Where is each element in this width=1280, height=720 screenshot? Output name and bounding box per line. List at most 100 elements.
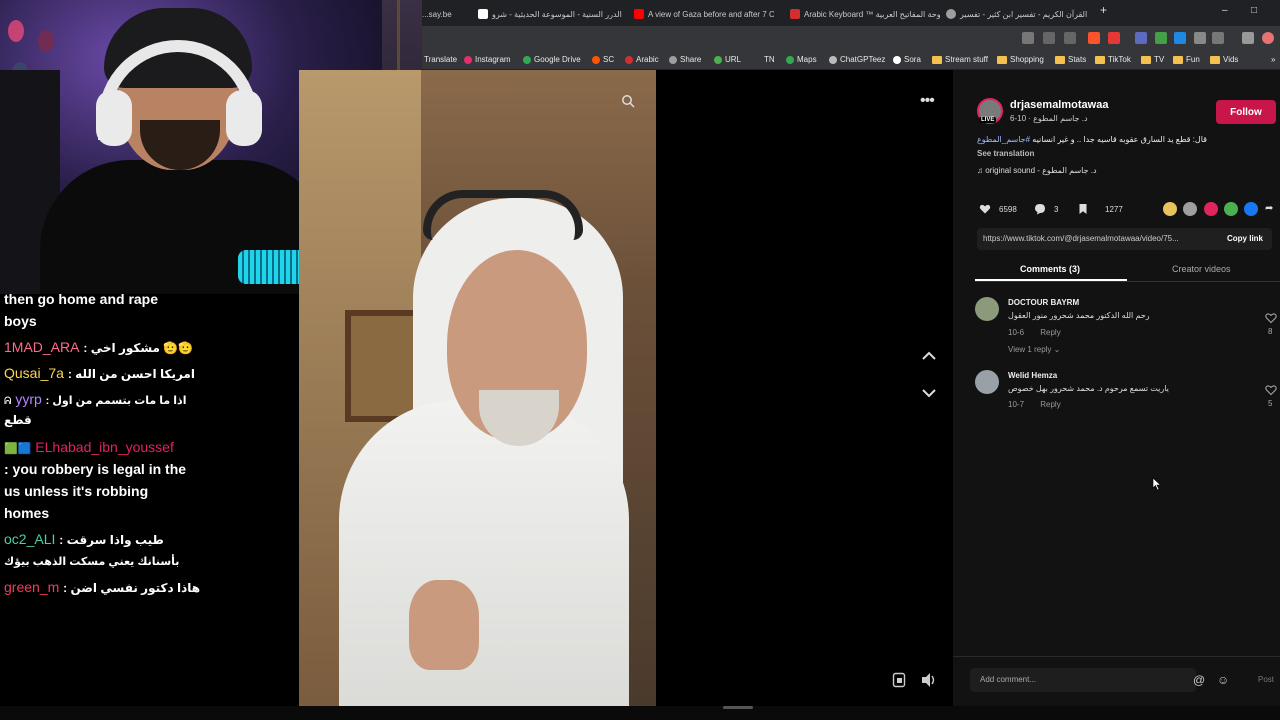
url-icon	[714, 55, 722, 64]
creator-username[interactable]: drjasemalmotawaa	[1010, 99, 1108, 111]
wall-decor	[38, 30, 54, 52]
soundcloud-icon	[592, 55, 600, 64]
bookmark-folder-stats[interactable]: Stats	[1055, 55, 1086, 64]
bookmark-folder-shopping[interactable]: Shopping	[997, 55, 1044, 64]
chat-message: boys	[4, 313, 37, 329]
brave-shield-icon[interactable]	[1088, 32, 1100, 44]
commenter-avatar[interactable]	[975, 297, 999, 321]
profile-icon[interactable]	[1262, 32, 1274, 44]
friends-share-icon[interactable]	[1183, 202, 1197, 216]
search-icon[interactable]	[621, 94, 635, 108]
comment-like-count: 8	[1268, 327, 1273, 336]
folder-icon	[1055, 55, 1065, 64]
extension-icon[interactable]	[1043, 32, 1055, 44]
tab-comments[interactable]: Comments (3)	[1020, 264, 1080, 274]
comment-icon	[1035, 204, 1045, 215]
browser-tab[interactable]: A view of Gaza before and after 7 Oc	[634, 4, 774, 24]
bookmark-folder-tv[interactable]: TV	[1141, 55, 1164, 64]
chevron-down-icon[interactable]	[920, 384, 938, 402]
original-sound-link[interactable]: ♫ original sound - د. جاسم المطوع	[977, 166, 1097, 175]
comment-date: 10-6	[1008, 328, 1025, 337]
copy-link-button[interactable]: Copy link	[1227, 234, 1263, 243]
minimize-button[interactable]: –	[1222, 5, 1228, 16]
bookmark-share[interactable]: Share	[669, 55, 701, 64]
tab-title: الدرر السنية - الموسوعة الحديثية - شرو	[492, 9, 622, 19]
extension-icon[interactable]	[1022, 32, 1034, 44]
caption-hashtag[interactable]: #جاسم_المطوع	[977, 135, 1030, 144]
commenter-name[interactable]: Welid Hemza	[1008, 371, 1057, 380]
live-badge: LIVE	[979, 117, 997, 123]
whatsapp-share-icon[interactable]	[1224, 202, 1238, 216]
bookmark-chatgpteez[interactable]: ChatGPTeez	[829, 55, 885, 64]
like-button[interactable]: 6598	[979, 203, 1017, 215]
bookmark-translate[interactable]: Translate	[424, 55, 457, 64]
heart-outline-icon[interactable]	[1265, 384, 1277, 396]
chat-text: : طيب واذا سرقت	[59, 533, 164, 547]
caption-text: قال: قطع يد السارق عقوبه قاسيه جدا .. و …	[1032, 135, 1207, 144]
more-bookmarks-button[interactable]: »	[1271, 55, 1275, 64]
tiktok-video[interactable]	[299, 70, 656, 706]
bookmark-sc[interactable]: SC	[592, 55, 614, 64]
bookmark-arabic[interactable]: Arabic	[625, 55, 659, 64]
extension-icon[interactable]	[1212, 32, 1224, 44]
video-link-url: https://www.tiktok.com/@drjasemalmotawaa…	[983, 234, 1179, 243]
tab-creator-videos[interactable]: Creator videos	[1172, 264, 1231, 274]
mention-icon[interactable]: @	[1193, 673, 1205, 687]
restore-button[interactable]: □	[1251, 5, 1257, 16]
follow-button[interactable]: Follow	[1216, 100, 1276, 124]
tab-title: القرآن الكريم - تفسير ابن كثير - تفسير	[960, 9, 1088, 19]
bookmark-folder-vids[interactable]: Vids	[1210, 55, 1238, 64]
emoji-icon[interactable]: ☺	[1217, 673, 1229, 687]
chat-badge-icon: 🟩🟦	[4, 443, 32, 455]
comment-like-count: 5	[1268, 399, 1273, 408]
browser-tab[interactable]: ...say.be ✕	[422, 4, 462, 24]
bookmark-button[interactable]: 1277	[1077, 203, 1123, 215]
commenter-name[interactable]: DOCTOUR BAYRM	[1008, 298, 1079, 307]
pinterest-share-icon[interactable]	[1204, 202, 1218, 216]
post-button[interactable]: Post	[1258, 675, 1274, 684]
heart-outline-icon[interactable]	[1265, 312, 1277, 324]
tab-title: Arabic Keyboard ™ لوحة المفاتيح العربية	[804, 9, 940, 19]
stream-chat: then go home and rape boys 1MAD_ARA : مش…	[0, 291, 298, 720]
facebook-share-icon[interactable]	[1244, 202, 1258, 216]
embed-share-icon[interactable]	[1163, 202, 1177, 216]
puzzle-icon[interactable]	[1194, 32, 1206, 44]
view-replies-button[interactable]: View 1 reply ⌄	[1008, 345, 1060, 354]
chat-message: 1MAD_ARA : مشكور اخي 🫡🫡	[4, 336, 193, 359]
extension-icon[interactable]	[1135, 32, 1147, 44]
share-more-icon[interactable]: ➦	[1265, 203, 1273, 214]
reply-button[interactable]: Reply	[1040, 400, 1060, 409]
browser-tab[interactable]: القرآن الكريم - تفسير ابن كثير - تفسير	[946, 4, 1091, 24]
bookmark-google-drive[interactable]: Google Drive	[523, 55, 581, 64]
bookmark-folder-stream-stuff[interactable]: Stream stuff	[932, 55, 988, 64]
reply-button[interactable]: Reply	[1040, 328, 1060, 337]
bookmark-url[interactable]: URL	[714, 55, 741, 64]
bookmark-instagram[interactable]: Instagram	[464, 55, 511, 64]
picture-in-picture-icon[interactable]	[892, 672, 906, 688]
extension-icon[interactable]	[1174, 32, 1186, 44]
sora-icon	[893, 55, 901, 64]
bookmark-maps[interactable]: Maps	[786, 55, 817, 64]
scroll-handle[interactable]	[723, 706, 753, 709]
extension-icon[interactable]	[1108, 32, 1120, 44]
volume-icon[interactable]	[920, 672, 938, 688]
mouse-cursor-icon	[1152, 477, 1162, 491]
browser-tab[interactable]: الدرر السنية - الموسوعة الحديثية - شرو	[478, 4, 623, 24]
bookmark-tn[interactable]: TN	[764, 55, 775, 64]
extension-icon[interactable]	[1155, 32, 1167, 44]
folder-icon	[1095, 55, 1105, 64]
music-icon[interactable]	[1242, 32, 1254, 44]
comment-button[interactable]: 3	[1034, 203, 1058, 215]
browser-tab[interactable]: Arabic Keyboard ™ لوحة المفاتيح العربية	[790, 4, 940, 24]
creator-subtitle: د. جاسم المطوع · 10-6	[1010, 114, 1088, 123]
bookmark-sora[interactable]: Sora	[893, 55, 921, 64]
more-options-icon[interactable]: •••	[920, 92, 935, 110]
new-tab-button[interactable]: +	[1100, 3, 1107, 17]
youtube-icon	[634, 9, 644, 19]
chevron-up-icon[interactable]	[920, 347, 938, 365]
share-icon[interactable]	[1064, 32, 1076, 44]
bookmark-folder-tiktok[interactable]: TikTok	[1095, 55, 1131, 64]
commenter-avatar[interactable]	[975, 370, 999, 394]
bookmark-folder-fun[interactable]: Fun	[1173, 55, 1200, 64]
see-translation-link[interactable]: See translation	[977, 149, 1034, 158]
